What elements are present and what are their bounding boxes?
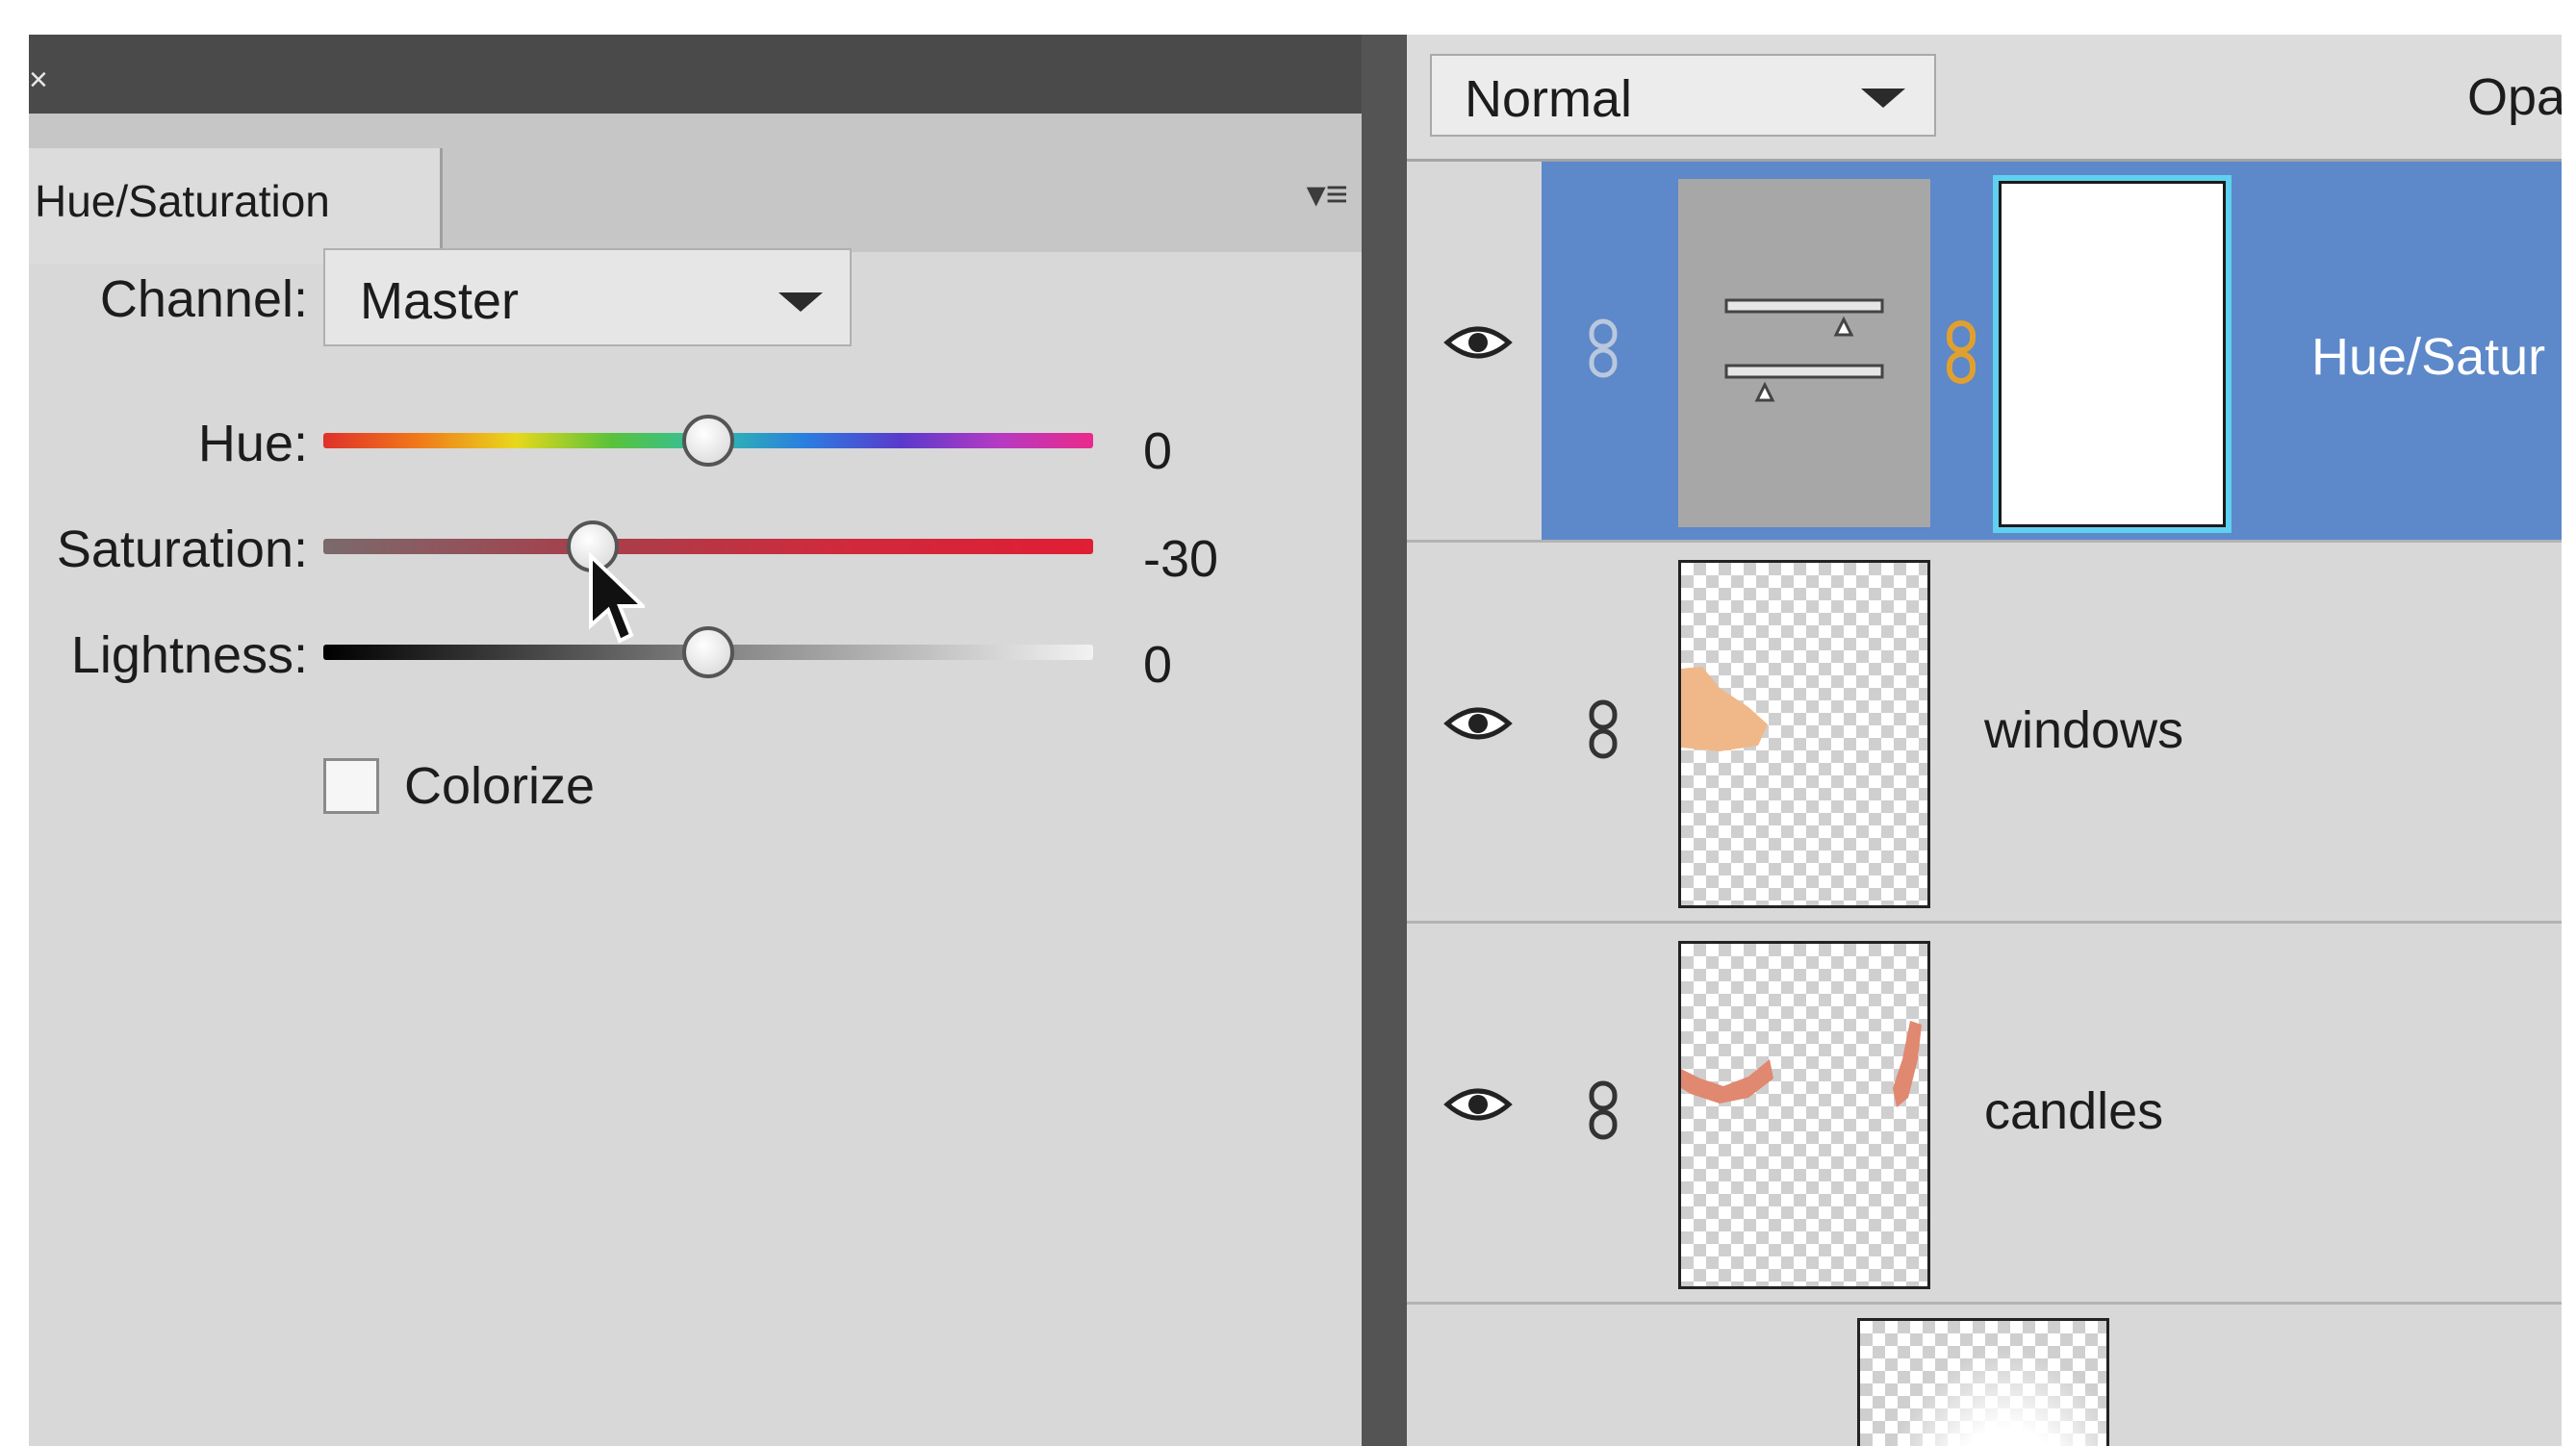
layer-thumbnail[interactable] — [1857, 1318, 2109, 1446]
lightness-slider-handle[interactable] — [682, 626, 734, 678]
layer-row-candles[interactable]: candles — [1407, 924, 2562, 1305]
eye-icon[interactable] — [1443, 702, 1513, 745]
lightness-value[interactable]: 0 — [1143, 635, 1172, 695]
layer-mask-thumbnail[interactable] — [1993, 175, 2232, 533]
layers-header: Normal Opa — [1407, 35, 2562, 162]
link-icon[interactable] — [1584, 1079, 1622, 1141]
layer-thumbnail[interactable] — [1678, 560, 1930, 908]
blend-mode-value: Normal — [1465, 70, 1633, 128]
channel-dropdown[interactable]: Master — [323, 248, 852, 346]
eye-icon[interactable] — [1443, 1083, 1513, 1126]
hue-slider-handle[interactable] — [682, 415, 734, 467]
tab-label: Hue/Saturation — [35, 176, 330, 226]
close-icon[interactable]: × — [29, 63, 48, 96]
hue-value[interactable]: 0 — [1143, 421, 1172, 481]
saturation-value[interactable]: -30 — [1143, 529, 1218, 589]
colorize-label: Colorize — [404, 757, 596, 815]
panel-menu-icon[interactable]: ▾≡ — [1307, 175, 1348, 214]
panel-tab-strip: Hue/Saturation ▾≡ — [29, 114, 1362, 264]
saturation-label: Saturation: — [56, 520, 308, 578]
layer-row-hue-saturation[interactable]: Hue/Satur — [1407, 162, 2562, 543]
layer-row-windows[interactable]: windows — [1407, 543, 2562, 924]
panel-divider[interactable] — [1362, 35, 1407, 1446]
layer-name: candles — [1984, 1082, 2164, 1140]
mask-link-icon[interactable] — [1942, 319, 1980, 385]
link-icon[interactable] — [1584, 698, 1622, 760]
colorize-checkbox[interactable] — [323, 758, 379, 814]
layer-name: Hue/Satur — [2311, 328, 2546, 386]
eye-icon[interactable] — [1443, 321, 1513, 364]
layer-content-preview — [1681, 667, 1768, 751]
layers-panel: Normal Opa Hue/Satur windows candles — [1407, 35, 2562, 1446]
channel-value: Master — [360, 272, 520, 330]
layer-row-partial[interactable] — [1407, 1305, 2562, 1446]
saturation-slider-track[interactable] — [323, 539, 1093, 554]
layer-name: windows — [1984, 701, 2184, 759]
adjustment-layer-thumbnail[interactable] — [1678, 179, 1930, 527]
blend-mode-dropdown[interactable]: Normal — [1430, 54, 1936, 137]
chevron-down-icon — [1861, 89, 1905, 108]
opacity-label: Opa — [2467, 68, 2562, 126]
adjustment-sliders-icon — [1724, 298, 1884, 402]
layer-content-preview — [1681, 1021, 1922, 1107]
hue-label: Hue: — [197, 415, 308, 472]
panel-titlebar: × — [29, 35, 1362, 114]
mouse-pointer-icon — [589, 552, 645, 644]
lightness-label: Lightness: — [70, 626, 308, 684]
layer-thumbnail[interactable] — [1678, 941, 1930, 1289]
channel-label: Channel: — [99, 270, 308, 328]
link-icon[interactable] — [1584, 317, 1622, 379]
chevron-down-icon — [778, 292, 823, 312]
tab-hue-saturation[interactable]: Hue/Saturation — [29, 148, 443, 264]
adjustment-properties-panel: × Hue/Saturation ▾≡ Channel: Master Hue:… — [29, 35, 1362, 1446]
